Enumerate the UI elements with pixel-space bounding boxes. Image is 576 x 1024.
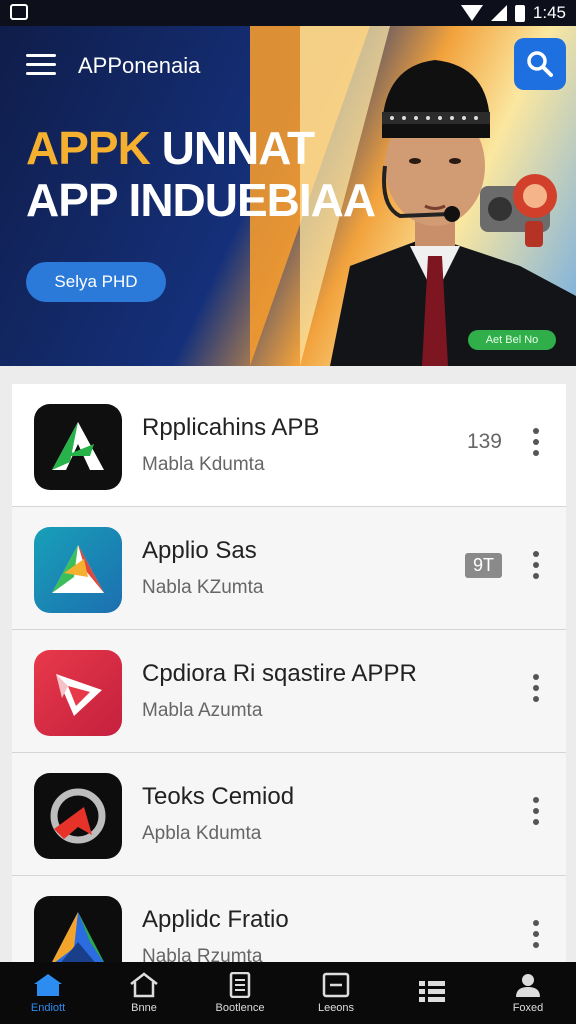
more-options-icon[interactable]	[532, 674, 540, 706]
colorful-a-icon	[34, 527, 122, 613]
home-outline-icon	[130, 972, 158, 998]
hero-headline-accent: APPK	[26, 122, 151, 174]
nav-label: Leeons	[317, 1002, 355, 1014]
app-count: 139	[466, 430, 502, 453]
list-item[interactable]: Applidc Fratio Nabla Rzumta	[12, 876, 566, 969]
notification-icon	[10, 4, 28, 20]
nav-grid[interactable]	[384, 962, 480, 1024]
app-name: Cpdiora Ri sqastire APPR	[142, 660, 417, 687]
more-options-icon[interactable]	[532, 551, 540, 583]
signal-icon	[490, 5, 507, 21]
home-filled-icon	[34, 974, 62, 996]
list-item[interactable]: Teoks Cemiod Apbla Kdumta	[12, 753, 566, 876]
app-name: Teoks Cemiod	[142, 783, 295, 810]
nav-label: Foxed	[512, 1002, 544, 1014]
app-subtitle: Nabla KZumta	[142, 577, 264, 598]
nav-home-filled[interactable]: Endiott	[0, 962, 96, 1024]
status-time: 1:45	[532, 3, 566, 22]
status-icons: 1:45	[460, 3, 566, 23]
app-name: Applio Sas	[142, 537, 257, 564]
nav-messages[interactable]: Leeons	[288, 962, 384, 1024]
app-list: Rpplicahins APB Mabla Kdumta 139 Applio …	[12, 384, 566, 969]
hero-badge: Aet Bel No	[468, 330, 556, 350]
message-icon	[322, 972, 350, 998]
status-bar: 1:45	[0, 0, 576, 26]
prism-a-icon	[34, 896, 122, 968]
presenter-image	[330, 60, 576, 366]
battery-icon	[514, 4, 525, 22]
list-item[interactable]: Rpplicahins APB Mabla Kdumta 139	[12, 384, 566, 507]
hero-cta-button[interactable]: Selya PHD	[26, 262, 166, 302]
nav-label: Bnne	[131, 1002, 157, 1014]
more-options-icon[interactable]	[532, 428, 540, 460]
app-subtitle: Apbla Kdumta	[142, 823, 262, 844]
bottom-navigation: Endiott Bnne Bootlence Leeons Foxed	[0, 962, 576, 1024]
nav-documents[interactable]: Bootlence	[192, 962, 288, 1024]
app-name: Rpplicahins APB	[142, 414, 320, 441]
nav-home[interactable]: Bnne	[96, 962, 192, 1024]
nav-profile[interactable]: Foxed	[480, 962, 576, 1024]
app-title: APPonenaia	[78, 53, 201, 78]
document-icon	[229, 972, 251, 998]
app-name: Applidc Fratio	[142, 906, 289, 933]
hamburger-menu-icon[interactable]	[26, 54, 56, 76]
more-options-icon[interactable]	[532, 797, 540, 829]
list-item[interactable]: Applio Sas Nabla KZumta 9T	[12, 507, 566, 630]
red-arrow-icon	[34, 650, 122, 736]
profile-icon	[516, 974, 540, 997]
nav-label: Endiott	[30, 1002, 66, 1014]
app-subtitle: Mabla Azumta	[142, 700, 263, 721]
red-ring-icon	[34, 773, 122, 859]
wifi-icon	[460, 5, 483, 21]
app-subtitle: Mabla Kdumta	[142, 454, 265, 475]
green-a-icon	[34, 404, 122, 490]
list-item[interactable]: Cpdiora Ri sqastire APPR Mabla Azumta	[12, 630, 566, 753]
more-options-icon[interactable]	[532, 920, 540, 952]
hero-banner[interactable]: APPonenaia APPK UNNAT APP INDUEBIAA Sely…	[0, 26, 576, 366]
nav-label: Bootlence	[215, 1002, 265, 1014]
app-count-badge: 9T	[464, 553, 502, 578]
grid-icon	[419, 981, 445, 1002]
